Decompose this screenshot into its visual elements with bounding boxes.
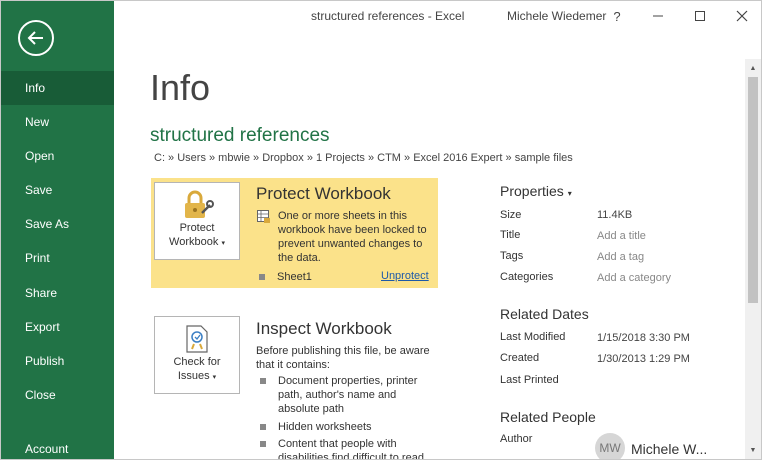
check-issues-line2: Issues ▾ <box>177 370 217 382</box>
nav-item-account[interactable]: Account <box>1 432 114 459</box>
nav-item-label: Open <box>25 149 55 163</box>
inspect-issue-item: Content that people with disabilities fi… <box>260 437 440 460</box>
property-label: Tags <box>500 250 524 262</box>
maximize-icon[interactable] <box>689 6 711 26</box>
inspect-issue-text: Document properties, printer path, autho… <box>278 375 418 415</box>
signed-in-user[interactable]: Michele Wiedemer <box>507 9 606 23</box>
inspect-workbook-title: Inspect Workbook <box>256 319 392 338</box>
backstage-nav: Info New Open Save Save As Print Share E… <box>1 1 114 459</box>
dropdown-caret-icon: ▾ <box>221 240 225 247</box>
property-label: Size <box>500 209 522 221</box>
avatar-initials: MW <box>599 441 621 455</box>
file-path-breadcrumb[interactable]: C: » Users » mbwie » Dropbox » 1 Project… <box>154 152 573 164</box>
property-label: Categories <box>500 271 554 283</box>
dropdown-caret-icon: ▾ <box>212 374 217 381</box>
related-people-heading: Related People <box>500 409 596 425</box>
categories-field[interactable]: Add a category <box>597 272 671 284</box>
page-title: Info <box>150 67 211 108</box>
author-name[interactable]: Michele W... <box>631 441 707 457</box>
back-button[interactable] <box>18 20 54 56</box>
nav-item-label: Print <box>25 251 50 265</box>
scroll-down-arrow-icon[interactable]: ▼ <box>745 443 761 457</box>
document-title: structured references <box>150 125 330 146</box>
property-label: Last Printed <box>500 374 559 386</box>
close-icon[interactable] <box>731 6 753 26</box>
window-title: structured references - Excel <box>311 9 465 23</box>
tags-field[interactable]: Add a tag <box>597 251 644 263</box>
nav-item-label: Save As <box>25 217 70 231</box>
inspect-issue-item: Document properties, printer path, autho… <box>260 374 440 416</box>
nav-item-share[interactable]: Share <box>1 276 114 310</box>
nav-item-label: Publish <box>25 354 65 368</box>
check-issues-line1: Check for <box>173 356 221 368</box>
nav-item-save-as[interactable]: Save As <box>1 207 114 241</box>
properties-dropdown[interactable]: Properties ▾ <box>500 183 572 199</box>
nav-item-publish[interactable]: Publish <box>1 344 114 378</box>
related-dates-heading: Related Dates <box>500 306 589 322</box>
locked-sheet-item: Sheet1 <box>259 270 312 284</box>
property-value-size: 11.4KB <box>597 209 633 221</box>
nav-item-close[interactable]: Close <box>1 378 114 412</box>
nav-item-open[interactable]: Open <box>1 139 114 173</box>
locked-sheet-name: Sheet1 <box>277 271 312 283</box>
vertical-scrollbar[interactable]: ▲ ▼ <box>745 59 761 459</box>
scroll-up-arrow-icon[interactable]: ▲ <box>745 61 761 75</box>
nav-item-info[interactable]: Info <box>1 71 114 105</box>
protect-button-line2: Workbook ▾ <box>169 236 225 248</box>
back-arrow-icon <box>27 31 43 45</box>
property-label: Author <box>500 433 533 445</box>
bullet-icon <box>260 441 266 447</box>
scroll-thumb[interactable] <box>748 77 758 303</box>
nav-item-label: New <box>25 115 50 129</box>
protect-button-line1: Protect <box>179 222 215 234</box>
protect-description: One or more sheets in this workbook have… <box>278 210 427 264</box>
nav-item-label: Account <box>25 442 69 456</box>
bullet-icon <box>260 424 266 430</box>
inspect-issue-text: Hidden worksheets <box>278 421 372 433</box>
bullet-icon <box>259 274 265 280</box>
inspect-issue-text: Content that people with disabilities fi… <box>278 438 424 460</box>
title-field[interactable]: Add a title <box>597 230 646 242</box>
excel-backstage-window: Info New Open Save Save As Print Share E… <box>0 0 762 460</box>
inspect-description: Before publishing this file, be aware th… <box>256 345 430 371</box>
properties-heading: Properties <box>500 183 564 199</box>
unprotect-link[interactable]: Unprotect <box>381 270 429 282</box>
property-label: Last Modified <box>500 331 566 343</box>
nav-item-label: Export <box>25 320 60 334</box>
title-bar: structured references - Excel Michele Wi… <box>114 1 761 31</box>
inspect-issue-item: Hidden worksheets <box>260 420 440 434</box>
author-avatar[interactable]: MW <box>595 433 625 459</box>
nav-item-export[interactable]: Export <box>1 310 114 344</box>
last-modified-value: 1/15/2018 3:30 PM <box>597 332 690 344</box>
nav-item-label: Save <box>25 183 53 197</box>
nav-item-print[interactable]: Print <box>1 241 114 275</box>
nav-item-label: Info <box>25 81 46 95</box>
minimize-icon[interactable] <box>647 6 669 26</box>
protect-workbook-title: Protect Workbook <box>256 184 391 203</box>
dropdown-caret-icon: ▾ <box>567 189 572 198</box>
nav-item-save[interactable]: Save <box>1 173 114 207</box>
nav-item-label: Close <box>25 388 56 402</box>
bullet-icon <box>260 378 266 384</box>
check-for-issues-button[interactable]: Check for Issues ▾ <box>154 316 240 394</box>
sheet-lock-icon <box>257 210 270 223</box>
protect-workbook-panel: Protect Workbook ▾ Protect Workbook One … <box>151 178 438 288</box>
nav-item-new[interactable]: New <box>1 105 114 139</box>
property-label: Created <box>500 352 540 364</box>
info-pane: Info structured references C: » Users » … <box>114 31 745 459</box>
created-value: 1/30/2013 1:29 PM <box>597 353 690 365</box>
protect-workbook-button[interactable]: Protect Workbook ▾ <box>154 182 240 260</box>
nav-item-label: Share <box>25 286 58 300</box>
help-icon[interactable]: ? <box>606 6 628 26</box>
property-label: Title <box>500 229 521 241</box>
lock-key-icon <box>185 190 214 218</box>
inspect-document-icon <box>186 325 208 353</box>
